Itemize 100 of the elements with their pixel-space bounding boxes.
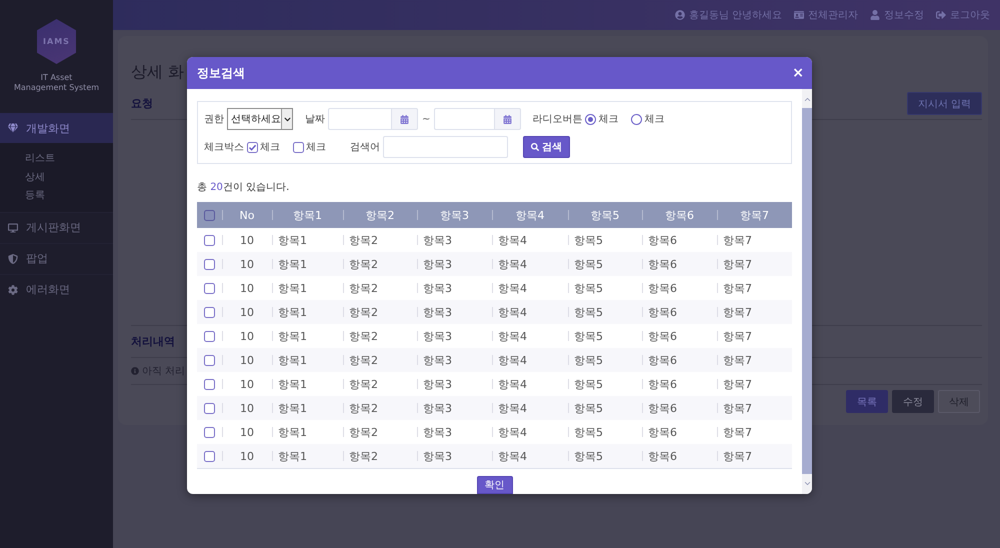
row-checkbox[interactable] [204,234,215,246]
confirm-button[interactable]: 확인 [476,476,512,494]
table-cell: 항목7 [717,372,792,396]
column-header[interactable]: 항목2 [343,202,417,228]
column-header[interactable]: 항목5 [568,202,642,228]
table-cell: 항목5 [568,276,642,300]
select-all-checkbox[interactable] [204,210,215,220]
table-cell: 항목6 [642,228,717,252]
top-bar-link[interactable]: 정보수정 [870,8,924,22]
table-row[interactable]: 10 항목1 항목2 항목3 항목4 항목5 항목6 항목7 [197,396,792,420]
calendar-button[interactable] [391,108,418,130]
row-checkbox[interactable] [204,450,215,462]
top-bar-link[interactable]: 홍길동님 안녕하세요 [674,8,782,22]
radio-button[interactable] [585,114,596,124]
table-cell: 10 [222,252,272,276]
top-bar-link[interactable]: 전체관리자 [794,8,858,22]
column-header[interactable]: 항목3 [417,202,492,228]
table-cell: 항목3 [417,324,492,348]
row-checkbox[interactable] [204,282,215,294]
logout-icon [936,10,946,20]
table-row[interactable]: 10 항목1 항목2 항목3 항목4 항목5 항목6 항목7 [197,444,792,468]
table-cell: 항목5 [568,396,642,420]
radio-button[interactable] [631,114,642,124]
table-cell: 항목4 [492,372,568,396]
table-cell: 10 [222,300,272,324]
date-separator: ~ [422,114,430,124]
field-label: 라디오버튼 [532,113,582,126]
column-header[interactable]: 항목1 [272,202,343,228]
table-cell: 10 [222,228,272,252]
top-bar-link[interactable]: 로그아웃 [936,8,990,22]
id-card-icon [794,10,804,20]
table-cell: 항목2 [343,324,417,348]
table-row[interactable]: 10 항목1 항목2 항목3 항목4 항목5 항목6 항목7 [197,300,792,324]
row-checkbox[interactable] [204,426,215,438]
table-cell: 항목2 [343,276,417,300]
table-cell: 항목7 [717,228,792,252]
table-cell: 항목4 [492,348,568,372]
scroll-down-icon[interactable] [802,479,812,488]
logo-mark: IAMS [37,19,76,64]
page-action-button[interactable]: 수정 [892,390,934,413]
table-cell: 10 [222,372,272,396]
gem-icon [8,123,18,133]
row-checkbox[interactable] [204,354,215,366]
row-checkbox[interactable] [204,378,215,390]
column-header[interactable]: No [222,202,272,228]
table-row[interactable]: 10 항목1 항목2 항목3 항목4 항목5 항목6 항목7 [197,252,792,276]
sidebar-submenu-item[interactable]: 리스트 [0,149,113,168]
checkbox[interactable] [247,142,258,152]
keyword-input[interactable] [383,136,508,158]
table-cell: 항목5 [568,348,642,372]
page-action-button[interactable]: 목록 [846,390,888,413]
table-cell: 항목4 [492,276,568,300]
table-cell: 항목3 [417,276,492,300]
checkbox-label: 체크 [260,141,280,154]
table-cell: 항목4 [492,252,568,276]
table-cell: 항목6 [642,252,717,276]
field-label: 체크박스 [204,141,244,154]
table-cell: 항목3 [417,444,492,468]
calendar-button[interactable] [494,108,522,130]
radio-label: 체크 [644,113,664,126]
shield-icon [8,254,18,264]
row-checkbox[interactable] [204,306,215,318]
table-cell: 항목3 [417,372,492,396]
date-input[interactable] [434,108,494,130]
table-cell: 항목2 [343,396,417,420]
row-checkbox[interactable] [204,330,215,342]
checkbox[interactable] [293,142,304,152]
table-cell: 10 [222,348,272,372]
row-checkbox[interactable] [204,258,215,270]
table-cell: 항목3 [417,348,492,372]
sidebar-submenu-item[interactable]: 등록 [0,186,113,204]
search-button[interactable]: 검색 [523,136,570,158]
sidebar-menu-item[interactable]: 개발화면 [0,113,113,143]
column-header[interactable]: 항목7 [717,202,792,228]
column-header[interactable]: 항목6 [642,202,717,228]
table-cell: 10 [222,396,272,420]
column-header[interactable]: 항목4 [492,202,568,228]
field-label: 검색어 [350,141,380,154]
table-cell: 항목4 [492,324,568,348]
table-cell: 항목3 [417,228,492,252]
table-row[interactable]: 10 항목1 항목2 항목3 항목4 항목5 항목6 항목7 [197,348,792,372]
close-button[interactable]: × [792,66,804,80]
date-input[interactable] [328,108,391,130]
user-icon [870,10,880,20]
table-cell: 항목5 [568,444,642,468]
sidebar-submenu-item[interactable]: 상세 [0,168,113,186]
scroll-up-icon[interactable] [802,95,812,104]
role-select[interactable]: 선택하세요 [227,108,293,130]
table-cell: 항목1 [272,324,343,348]
table-cell: 항목7 [717,396,792,420]
table-cell: 항목2 [343,252,417,276]
row-checkbox[interactable] [204,402,215,414]
table-cell: 항목4 [492,420,568,444]
table-cell: 항목1 [272,444,343,468]
radio-label: 체크 [598,113,618,126]
order-input-button[interactable]: 지시서 입력 [906,92,982,115]
table-cell: 항목2 [343,444,417,468]
table-cell: 항목7 [717,348,792,372]
chevron-down-icon [284,116,290,122]
table-cell: 항목1 [272,252,343,276]
